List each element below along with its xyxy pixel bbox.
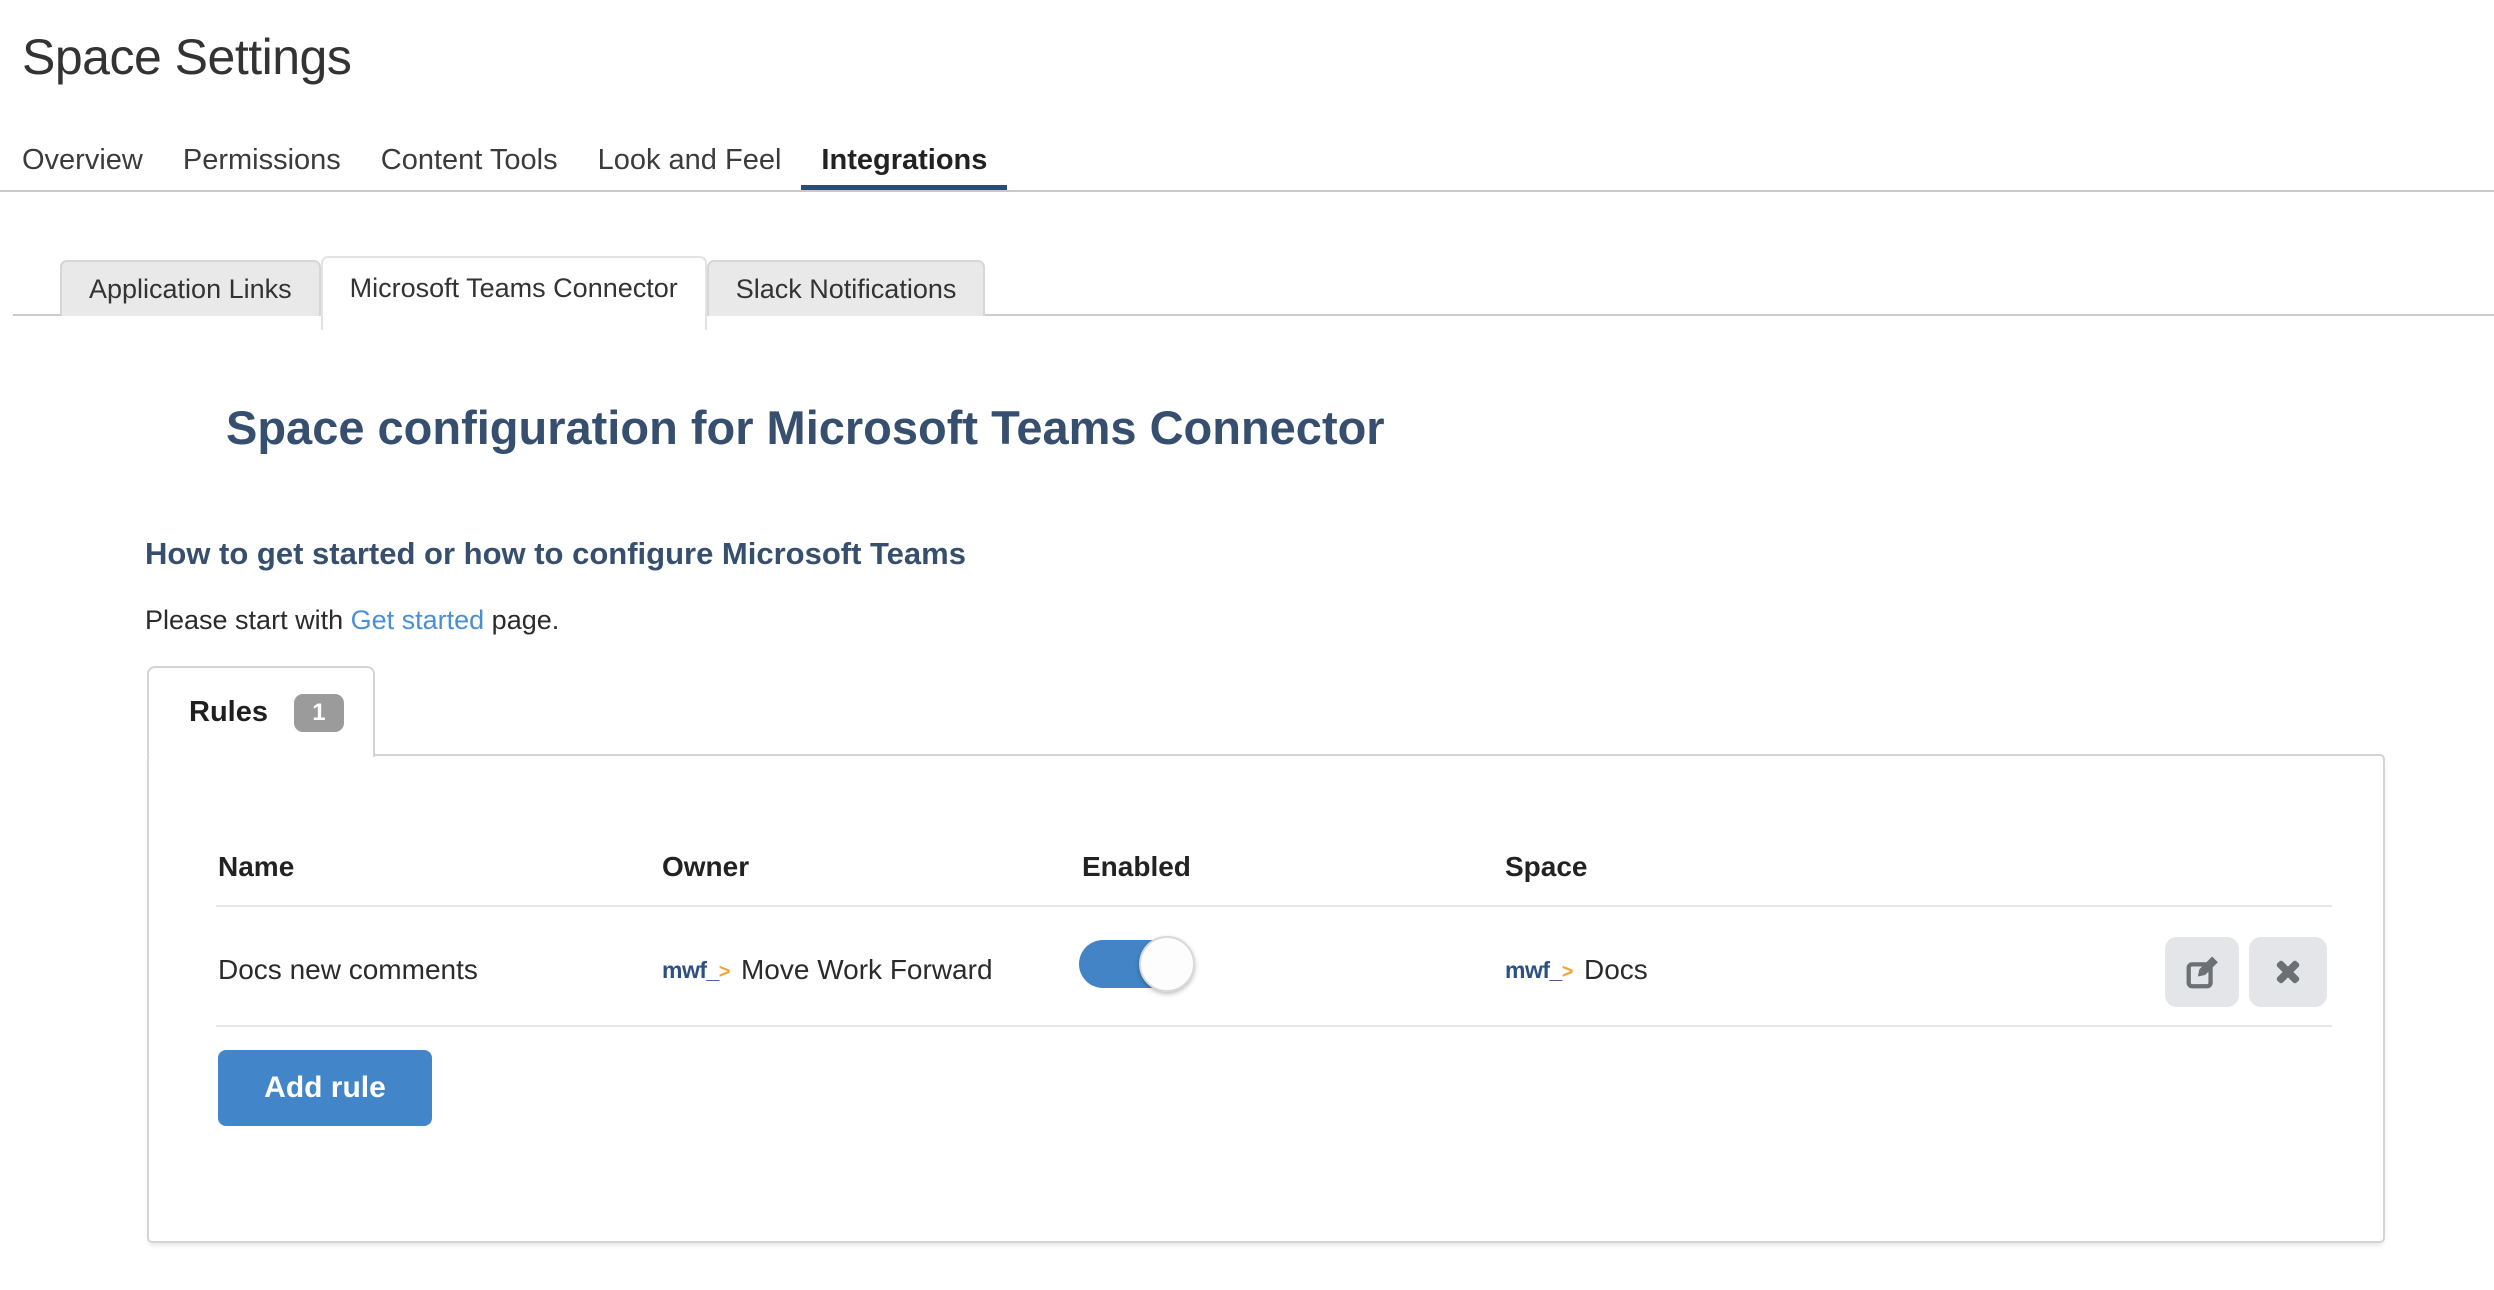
x-icon	[2271, 955, 2305, 989]
tab-permissions[interactable]: Permissions	[183, 135, 341, 192]
tab-microsoft-teams-connector[interactable]: Microsoft Teams Connector	[321, 256, 707, 330]
rule-name-cell: Docs new comments	[218, 946, 478, 994]
delete-rule-button[interactable]	[2249, 937, 2327, 1007]
rules-panel: Name Owner Enabled Space Docs new commen…	[147, 754, 2385, 1243]
tab-look-and-feel[interactable]: Look and Feel	[598, 135, 782, 192]
edit-rule-button[interactable]	[2165, 937, 2239, 1007]
mwf-logo: mwf_>	[662, 957, 730, 984]
enabled-toggle[interactable]	[1079, 940, 1193, 988]
rule-owner-cell: mwf_> Move Work Forward	[662, 946, 993, 994]
rules-count-badge: 1	[294, 694, 344, 732]
table-header-divider	[216, 905, 2332, 907]
rule-space: Docs	[1584, 954, 1648, 986]
column-header-enabled: Enabled	[1082, 851, 1191, 883]
rules-tab-label: Rules	[189, 696, 268, 729]
table-row-divider	[216, 1025, 2332, 1027]
howto-heading: How to get started or how to configure M…	[145, 534, 966, 574]
edit-icon	[2183, 953, 2221, 991]
add-rule-button[interactable]: Add rule	[218, 1050, 432, 1126]
tab-slack-notifications[interactable]: Slack Notifications	[707, 260, 986, 316]
toggle-knob	[1139, 936, 1195, 992]
tab-content-tools[interactable]: Content Tools	[381, 135, 558, 192]
rule-name: Docs new comments	[218, 954, 478, 986]
column-header-space: Space	[1505, 851, 1588, 883]
tab-overview[interactable]: Overview	[22, 135, 143, 192]
get-started-link[interactable]: Get started	[351, 605, 485, 635]
rule-space-cell: mwf_> Docs	[1505, 946, 1648, 994]
column-header-name: Name	[218, 851, 294, 883]
intro-prefix: Please start with	[145, 605, 351, 635]
intro-suffix: page.	[484, 605, 559, 635]
tab-application-links[interactable]: Application Links	[60, 260, 321, 316]
intro-text: Please start with Get started page.	[145, 600, 559, 640]
rules-tab[interactable]: Rules 1	[147, 666, 375, 757]
tab-integrations[interactable]: Integrations	[821, 135, 987, 192]
main-tabs: Overview Permissions Content Tools Look …	[22, 135, 1027, 192]
rule-owner: Move Work Forward	[741, 954, 993, 986]
page-title: Space Settings	[22, 28, 351, 86]
column-header-owner: Owner	[662, 851, 749, 883]
mwf-logo: mwf_>	[1505, 957, 1573, 984]
section-heading: Space configuration for Microsoft Teams …	[226, 400, 1385, 456]
header-divider	[0, 190, 2494, 192]
connector-tabs: Application Links Microsoft Teams Connec…	[60, 256, 985, 330]
